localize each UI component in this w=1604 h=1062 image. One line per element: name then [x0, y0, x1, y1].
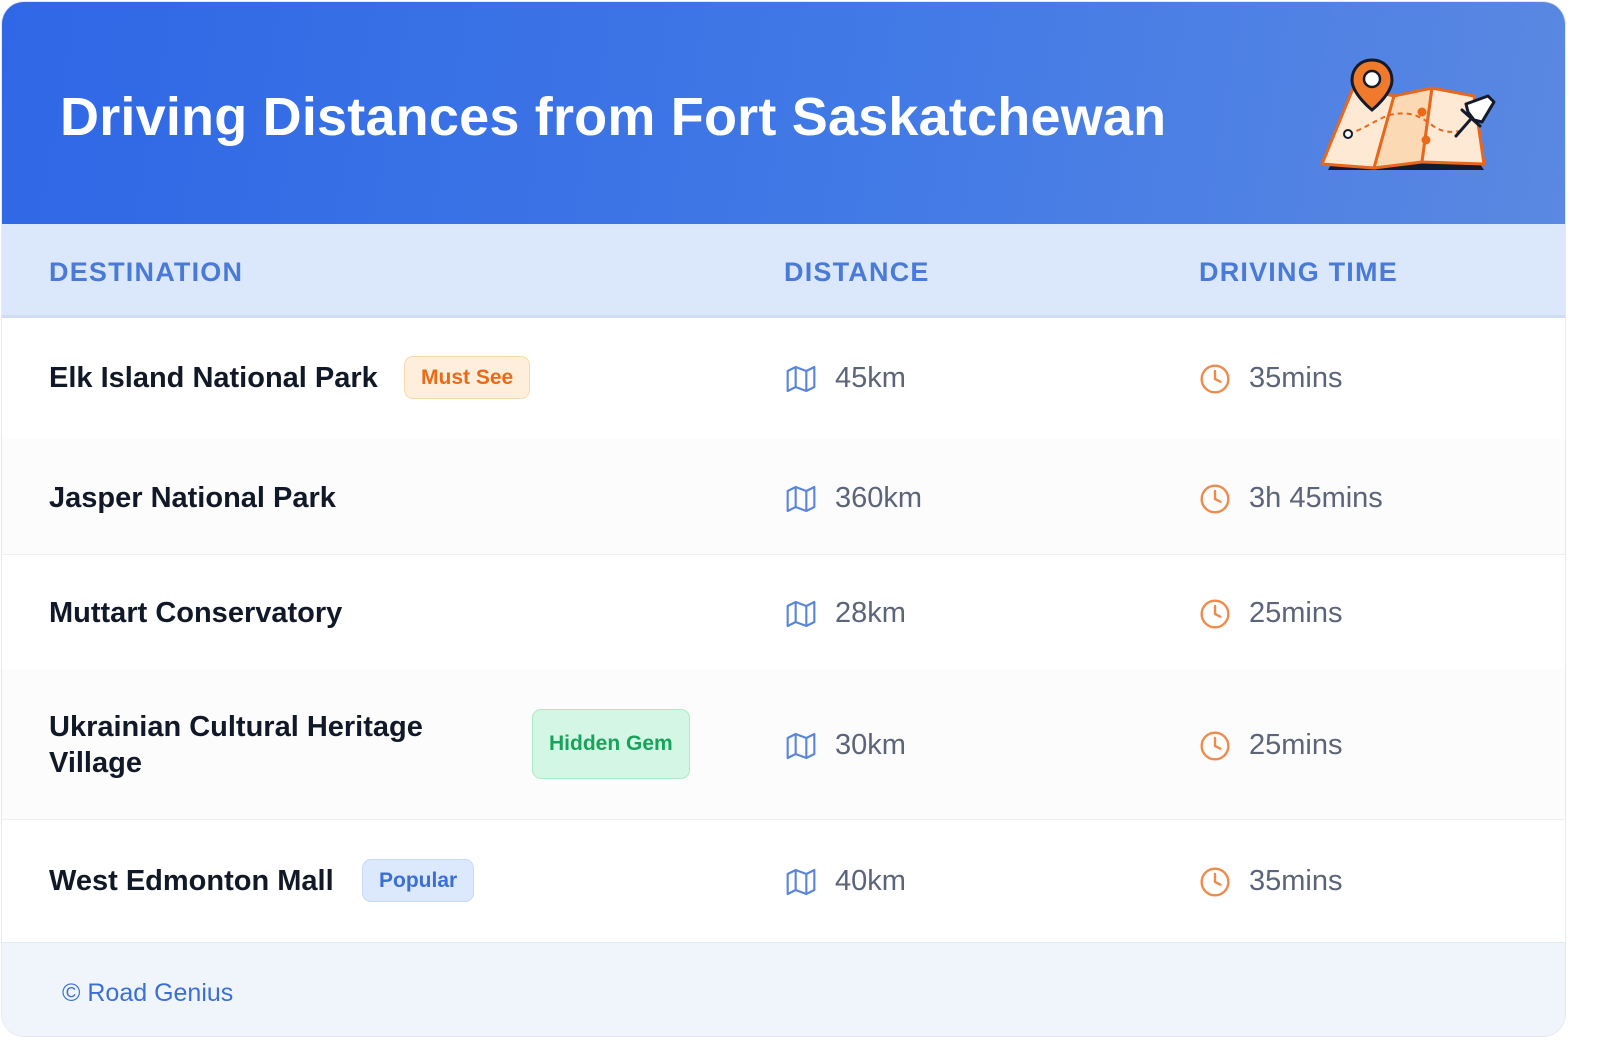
map-icon — [786, 365, 816, 393]
clock-icon — [1200, 731, 1230, 761]
hidden-gem-badge: Hidden Gem — [532, 709, 690, 779]
table-header: DESTINATION DISTANCE DRIVING TIME — [2, 224, 1565, 318]
map-pin-illustration — [1320, 58, 1496, 170]
driving-time-value: 35mins — [1249, 865, 1343, 897]
table-row: Elk Island National Park Must See 45km 3… — [2, 318, 1565, 440]
map-icon — [786, 732, 816, 760]
distance-value: 360km — [835, 482, 923, 514]
footer: © Road Genius — [2, 942, 1565, 1036]
page-title: Driving Distances from Fort Saskatchewan — [60, 87, 1167, 147]
column-header-destination: DESTINATION — [49, 257, 244, 287]
must-see-badge: Must See — [404, 356, 531, 399]
header-banner: Driving Distances from Fort Saskatchewan — [2, 2, 1565, 224]
map-icon — [786, 600, 816, 628]
clock-icon — [1200, 867, 1230, 897]
column-header-distance: DISTANCE — [784, 257, 930, 287]
destination-name: Jasper National Park — [49, 482, 336, 514]
driving-time-value: 25mins — [1249, 597, 1343, 629]
table-row: Jasper National Park 360km 3h 45mins — [2, 439, 1565, 555]
popular-badge: Popular — [362, 859, 475, 902]
clock-icon — [1200, 484, 1230, 514]
column-header-driving-time: DRIVING TIME — [1199, 257, 1398, 287]
distance-value: 40km — [835, 865, 906, 897]
map-icon — [786, 485, 816, 513]
driving-time-value: 25mins — [1249, 729, 1343, 761]
destination-name: Ukrainian Cultural Heritage Village — [49, 711, 423, 779]
distance-value: 30km — [835, 729, 906, 761]
destination-name: Muttart Conservatory — [49, 597, 343, 629]
distance-value: 45km — [835, 362, 906, 394]
copyright-credit: © Road Genius — [62, 979, 234, 1007]
table-row: Ukrainian Cultural Heritage Village Hidd… — [2, 669, 1565, 820]
clock-icon — [1200, 599, 1230, 629]
distance-card: Driving Distances from Fort Saskatchewan… — [2, 2, 1565, 1036]
table-row: West Edmonton Mall Popular 40km 35mins — [2, 819, 1565, 942]
table-row: Muttart Conservatory 28km 25mins — [2, 554, 1565, 670]
driving-time-value: 35mins — [1249, 362, 1343, 394]
map-icon — [786, 868, 816, 896]
clock-icon — [1200, 364, 1230, 394]
destination-name: Elk Island National Park — [49, 362, 378, 394]
distance-value: 28km — [835, 597, 906, 629]
destination-name: West Edmonton Mall — [49, 865, 334, 897]
driving-time-value: 3h 45mins — [1249, 482, 1383, 514]
